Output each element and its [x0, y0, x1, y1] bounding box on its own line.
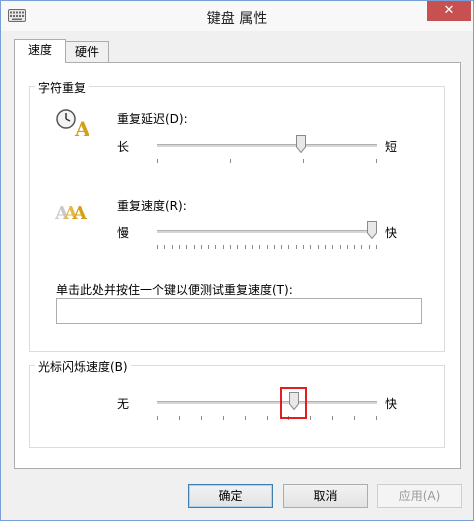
close-icon: ✕	[443, 3, 455, 18]
slider-tick	[376, 159, 377, 163]
slider-tick	[223, 416, 224, 420]
slider-tick	[208, 245, 209, 249]
repeat-rate-ticks	[157, 245, 377, 251]
slider-tick	[223, 245, 224, 249]
slider-tick	[376, 416, 377, 420]
repeat-rate-min-label: 慢	[117, 226, 130, 240]
slider-tick	[172, 245, 173, 249]
slider-tick	[201, 245, 202, 249]
slider-tick	[230, 159, 231, 163]
slider-tick	[310, 416, 311, 420]
repeat-delay-slider[interactable]	[157, 135, 377, 165]
slider-tick	[347, 245, 348, 249]
repeat-rate-slider[interactable]	[157, 221, 377, 251]
speed-tab-panel: 字符重复 A 重复延迟(D): 长 短 A A A 重复速度(R): 慢 快 单…	[14, 62, 461, 469]
repeat-rate-max-label: 快	[385, 226, 398, 240]
repeat-delay-thumb[interactable]	[296, 135, 306, 153]
cursor-blink-max-label: 快	[385, 397, 398, 411]
repeat-delay-track	[157, 144, 377, 147]
repeat-delay-label: 重复延迟(D):	[117, 112, 188, 126]
slider-tick	[361, 245, 362, 249]
keyboard-properties-window: 键盘 属性 ✕ 速度 硬件 字符重复 A 重复延迟(D): 长 短 A A A …	[0, 0, 474, 521]
slider-tick	[157, 159, 158, 163]
svg-text:A: A	[72, 203, 88, 223]
cursor-blink-track	[157, 401, 377, 404]
repeat-test-input[interactable]	[56, 298, 422, 324]
slider-tick	[157, 245, 158, 249]
cursor-blink-group-label: 光标闪烁速度(B)	[35, 358, 131, 375]
repeat-rate-icon: A A A	[55, 203, 88, 223]
slider-tick	[194, 245, 195, 249]
slider-tick	[303, 245, 304, 249]
slider-tick	[332, 245, 333, 249]
slider-tick	[186, 245, 187, 249]
cursor-blink-slider[interactable]	[157, 392, 377, 422]
char-repeat-group-label: 字符重复	[35, 79, 90, 96]
tab-hardware[interactable]: 硬件	[65, 41, 109, 62]
slider-tick	[376, 245, 377, 249]
cursor-blink-ticks	[157, 416, 377, 422]
slider-tick	[354, 416, 355, 420]
slider-tick	[164, 245, 165, 249]
repeat-delay-ticks	[157, 159, 377, 165]
slider-tick	[267, 416, 268, 420]
slider-tick	[296, 245, 297, 249]
repeat-rate-thumb[interactable]	[367, 221, 377, 239]
annotation-highlight-box	[280, 387, 307, 419]
slider-tick	[259, 245, 260, 249]
slider-tick	[369, 245, 370, 249]
svg-text:A: A	[74, 117, 89, 138]
slider-tick	[281, 245, 282, 249]
slider-tick	[267, 245, 268, 249]
slider-tick	[215, 245, 216, 249]
slider-tick	[179, 245, 180, 249]
cancel-button[interactable]: 取消	[283, 484, 368, 508]
slider-tick	[230, 245, 231, 249]
slider-tick	[245, 416, 246, 420]
tab-hardware-label: 硬件	[74, 45, 99, 59]
slider-tick	[237, 245, 238, 249]
close-button[interactable]: ✕	[427, 1, 471, 21]
title-bar[interactable]: 键盘 属性 ✕	[1, 1, 473, 31]
repeat-test-label: 单击此处并按住一个键以便测试重复速度(T):	[56, 283, 293, 297]
slider-tick	[332, 416, 333, 420]
slider-tick	[179, 416, 180, 420]
window-title: 键盘 属性	[206, 11, 268, 27]
slider-tick	[318, 245, 319, 249]
apply-button[interactable]: 应用(A)	[377, 484, 462, 508]
tab-speed[interactable]: 速度	[14, 39, 66, 63]
slider-tick	[354, 245, 355, 249]
slider-tick	[245, 245, 246, 249]
repeat-rate-track	[157, 230, 377, 233]
slider-tick	[157, 416, 158, 420]
slider-tick	[325, 245, 326, 249]
repeat-delay-icon: A	[56, 109, 89, 138]
slider-tick	[340, 245, 341, 249]
repeat-rate-label: 重复速度(R):	[117, 199, 187, 213]
ok-button[interactable]: 确定	[188, 484, 273, 508]
tab-speed-label: 速度	[27, 43, 52, 57]
repeat-delay-max-label: 短	[385, 140, 398, 154]
slider-tick	[310, 245, 311, 249]
slider-tick	[252, 245, 253, 249]
cursor-blink-min-label: 无	[117, 397, 130, 411]
repeat-delay-min-label: 长	[117, 140, 130, 154]
slider-tick	[288, 245, 289, 249]
slider-tick	[303, 159, 304, 163]
slider-tick	[274, 245, 275, 249]
slider-tick	[201, 416, 202, 420]
